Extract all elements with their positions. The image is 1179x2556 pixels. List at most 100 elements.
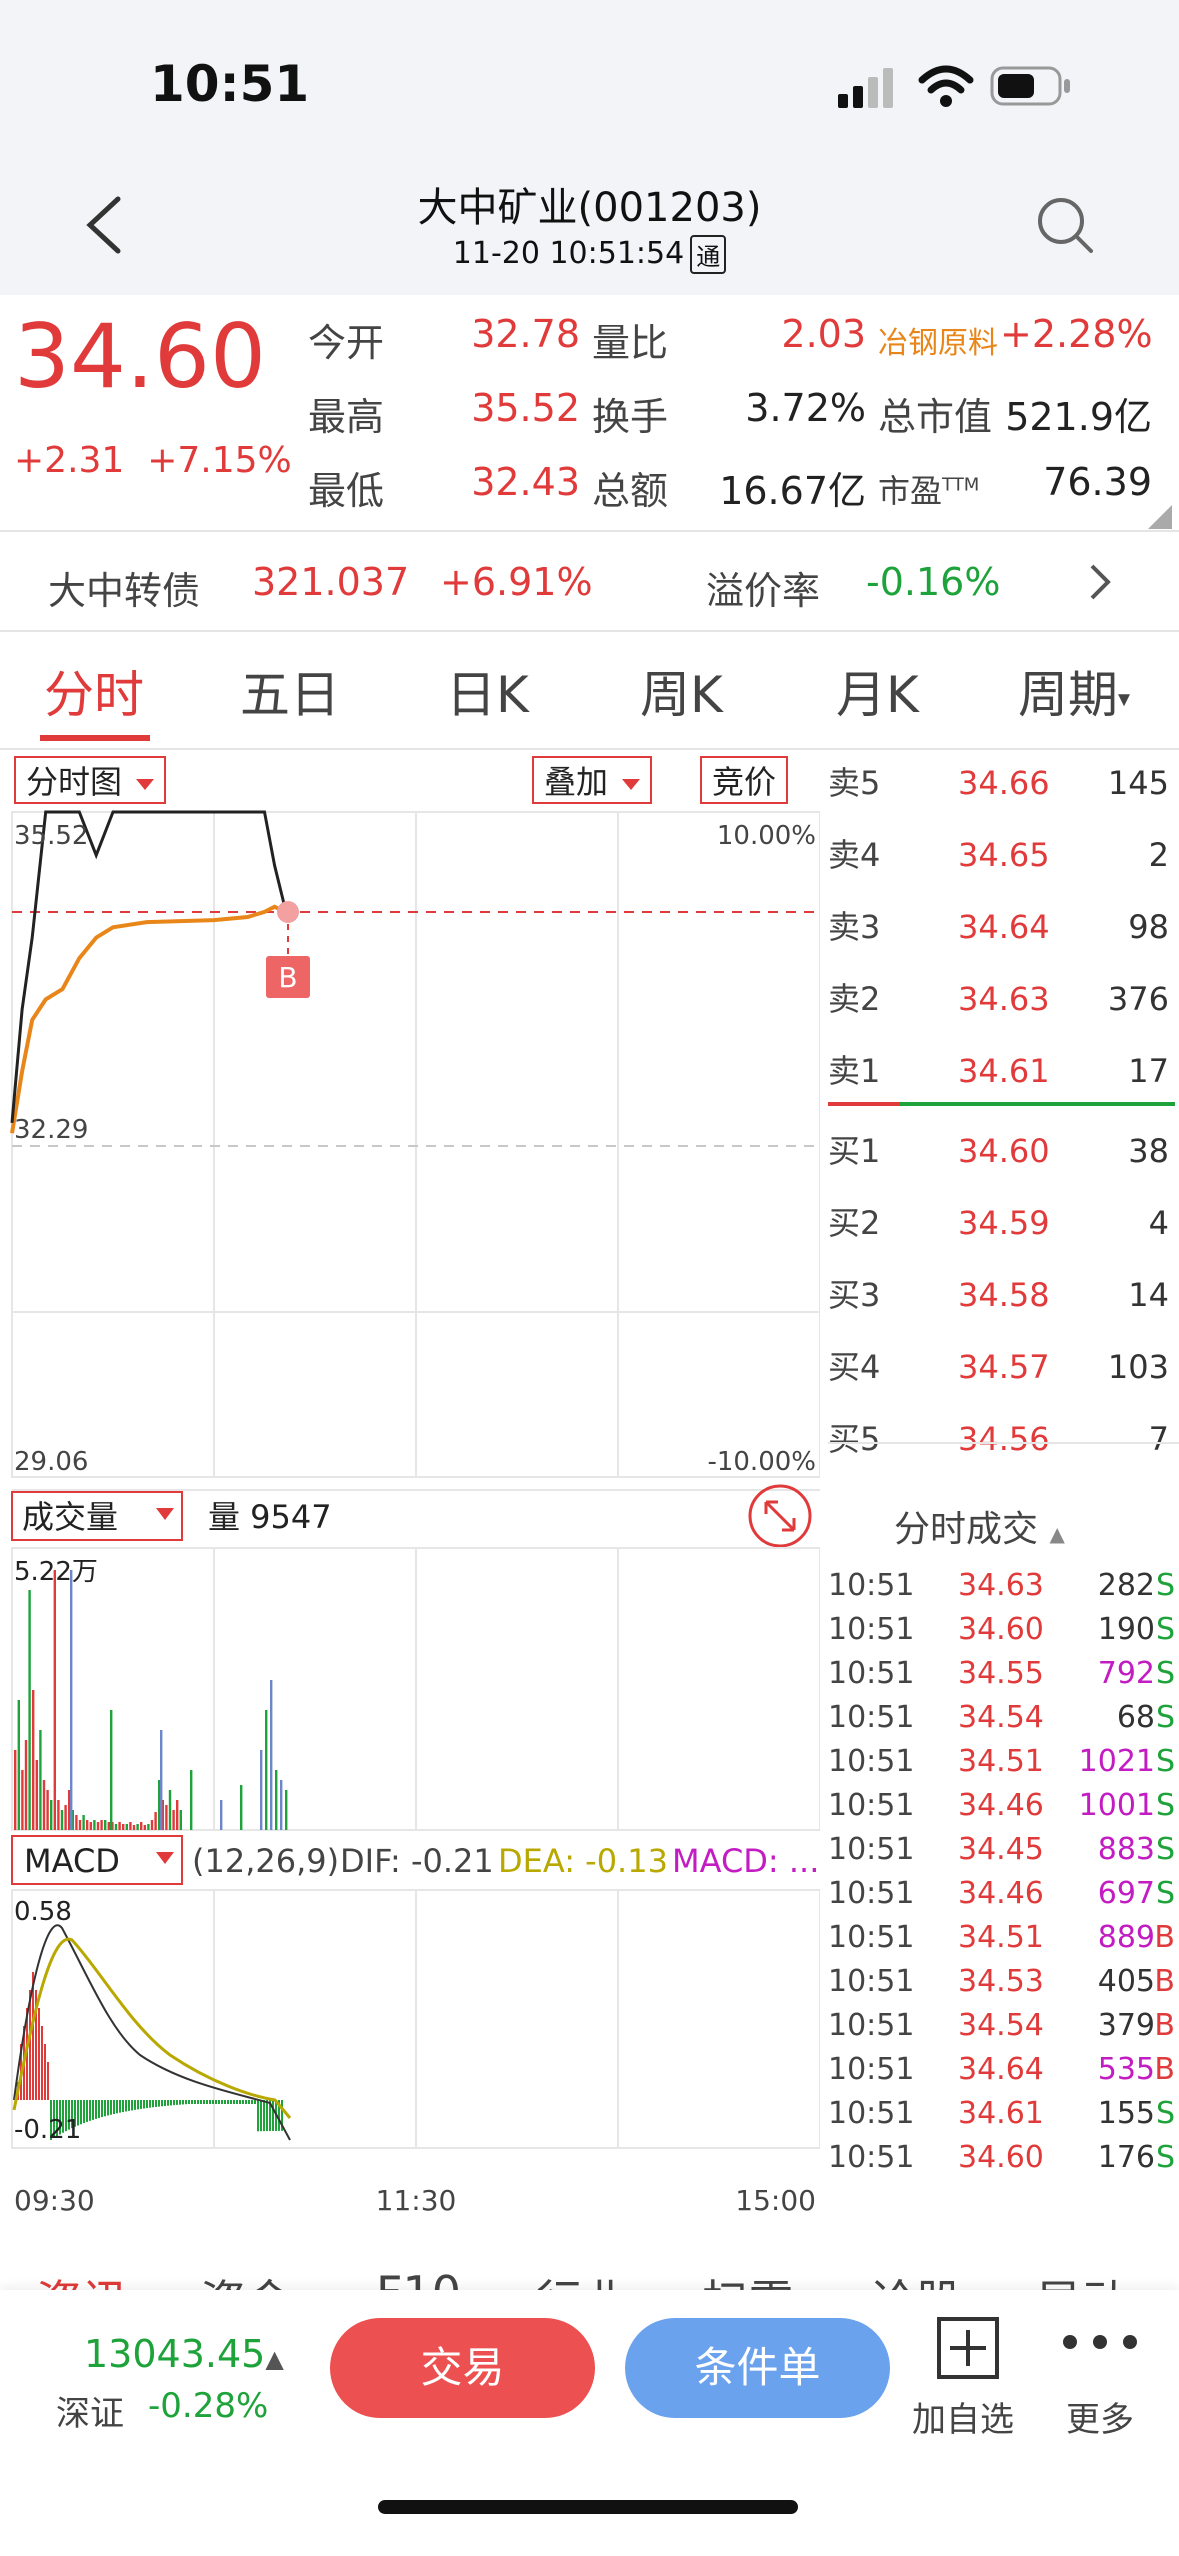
volume-bar [24,1740,28,1830]
volume-bar [143,1825,146,1830]
volume-bar [64,1805,67,1830]
tick-price: 34.46 [958,1876,1044,1911]
cb-name: 大中转债 [48,569,201,613]
volume-bar [110,1710,113,1830]
tick-side: B [1154,1964,1175,1999]
tick-time: 10:51 [828,1876,915,1911]
trade-button[interactable]: 交易 [330,2318,595,2418]
tick-row: 10:51 34.46 697 S [828,1876,1179,1920]
tab-intraday[interactable]: 分时 [44,655,144,727]
index-percent: -0.28% [148,2386,269,2426]
tick-price: 34.63 [958,1568,1044,1603]
tab-monthly-k[interactable]: 月K [836,655,919,727]
divider [828,1442,1179,1444]
ask-row[interactable]: 卖3 34.64 98 [828,892,1179,962]
ask-row[interactable]: 卖2 34.63 376 [828,964,1179,1034]
ticks-title[interactable]: 分时成交 ▲ [894,1500,1065,1552]
volume-bar [21,1770,24,1830]
volume-bar [136,1824,139,1830]
volume-bar [70,1570,73,1830]
macd-bar [272,2100,274,2131]
cb-percent: +6.91% [440,560,593,604]
bid-volume: 4 [1148,1204,1169,1242]
tick-time: 10:51 [828,1744,915,1779]
bid-volume: 14 [1128,1276,1169,1314]
ask-row[interactable]: 卖5 34.66 145 [828,748,1179,818]
tick-time: 10:51 [828,1920,915,1955]
macd-params: (12,26,9) [192,1842,339,1880]
stat-value: 16.67亿 [719,469,866,513]
macd-bar [140,2100,142,2109]
volume-bar [57,1800,60,1830]
tab-weekly-k[interactable]: 周K [640,655,723,727]
bid-row[interactable]: 买2 34.59 4 [828,1188,1179,1258]
pe-ttm-sup: TTM [942,474,980,496]
chart-type-dropdown[interactable]: 分时图 [14,756,167,804]
add-watchlist-label[interactable]: 加自选 [912,2392,1014,2441]
add-watchlist-icon[interactable] [936,2316,1000,2380]
pe-label-text: 市盈 [878,472,943,510]
volume-bar [125,1824,128,1830]
macd-bar [107,2100,109,2116]
ask-label: 卖1 [828,1052,881,1090]
dropdown-caret-icon [136,778,155,790]
tick-row: 10:51 34.64 535 B [828,2052,1179,2096]
auction-button[interactable]: 竞价 [700,756,789,804]
macd-bar [185,2100,187,2105]
macd-bar [146,2100,148,2109]
sector-label[interactable]: 冶钢原料 [878,318,998,362]
tick-side: S [1155,1876,1175,1911]
volume-bar [100,1820,103,1830]
stat-value: 3.72% [745,386,866,430]
macd-bar [215,2100,217,2104]
ask-label: 卖2 [828,980,881,1018]
bid-row[interactable]: 买4 34.57 103 [828,1332,1179,1402]
macd-bar [119,2100,121,2113]
ask-label: 卖4 [828,836,881,874]
tick-row: 10:51 34.60 190 S [828,1612,1179,1656]
tick-time: 10:51 [828,1700,915,1735]
conditional-order-button[interactable]: 条件单 [625,2318,890,2418]
tick-price: 34.53 [958,1964,1044,1999]
bid-row[interactable]: 买1 34.60 38 [828,1116,1179,1186]
macd-bar [170,2100,172,2106]
tab-period[interactable]: 周期▾ [1018,655,1130,727]
volume-bar [82,1815,85,1830]
volume-bar [93,1820,96,1830]
tick-side: S [1155,1568,1175,1603]
overlay-dropdown[interactable]: 叠加 [532,756,653,804]
bid-row[interactable]: 买3 34.58 14 [828,1260,1179,1330]
volume-bar [132,1825,136,1830]
volume-bar [46,1790,49,1830]
more-label[interactable]: 更多 [1066,2392,1134,2441]
current-price: 34.60 [14,305,266,408]
macd-bar [179,2100,181,2105]
intraday-chart-area[interactable]: B 35.52 32.29 29.06 10.00% -10.00% 成交量 量… [0,800,820,2230]
volume-bar [147,1824,150,1830]
ask-row[interactable]: 卖4 34.65 2 [828,820,1179,890]
tick-volume: 379 [1097,2008,1155,2043]
volume-bar [75,1815,78,1830]
more-dots-icon[interactable] [1060,2332,1140,2352]
macd-min-label: -0.21 [14,2115,81,2145]
search-icon[interactable] [1035,195,1095,255]
tab-period-label: 周期 [1018,666,1118,724]
tick-volume: 792 [1097,1656,1155,1691]
chart-type-label: 分时图 [26,763,123,801]
macd-bar [254,2100,256,2104]
convertible-bond-row[interactable]: 大中转债 321.037 +6.91% 溢价率 -0.16% [0,532,1179,632]
macd-value: MACD: ... [672,1842,819,1880]
macd-bar [104,2100,106,2117]
macd-bar [116,2100,118,2114]
bid-price: 34.56 [958,1420,1050,1458]
active-tab-underline [40,735,150,741]
tab-daily-k[interactable]: 日K [446,655,529,727]
macd-dropdown-label: MACD [24,1842,120,1880]
index-value[interactable]: 13043.45▲ [84,2332,284,2376]
tick-side: S [1155,2140,1175,2175]
bid-row[interactable]: 买5 34.56 7 [828,1404,1179,1474]
tick-volume: 889 [1097,1920,1155,1955]
macd-bar [206,2100,208,2104]
ask-row[interactable]: 卖1 34.61 17 [828,1036,1179,1106]
tab-five-day[interactable]: 五日 [240,655,340,727]
